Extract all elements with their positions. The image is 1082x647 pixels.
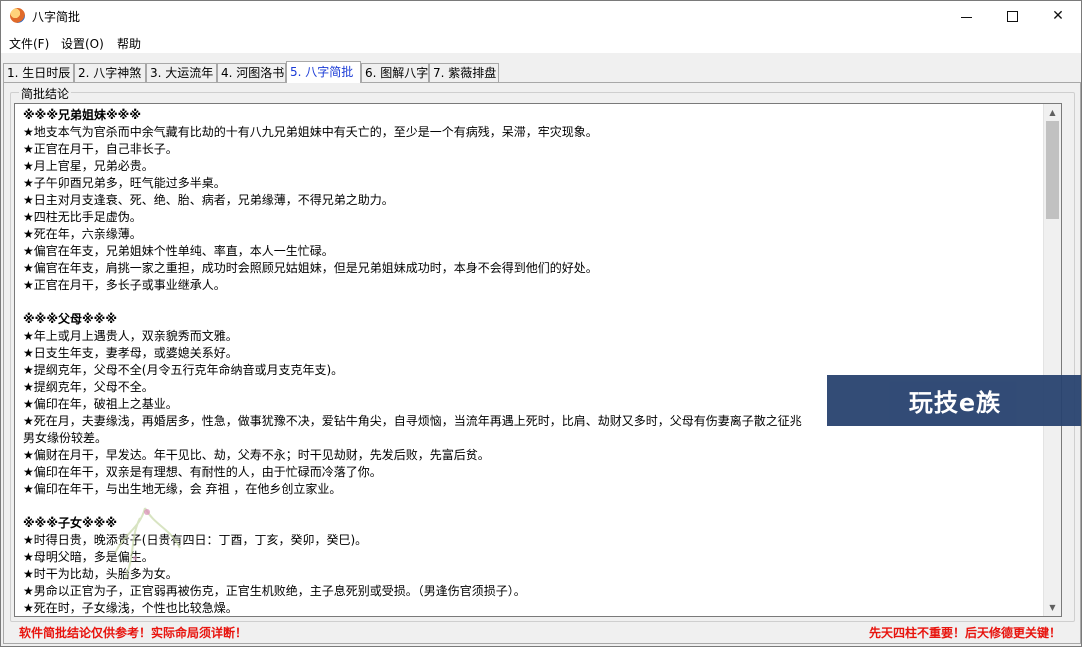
- watermark-banner: 玩技e族: [827, 375, 1081, 426]
- window-title: 八字简批: [32, 10, 81, 24]
- conclusion-textarea[interactable]: ※※※兄弟姐妹※※※ ★地支本气为官杀而中余气藏有比劫的十有八九兄弟姐妹中有夭亡的…: [14, 103, 1062, 617]
- text-line: ★子午卯酉兄弟多，旺气能过多半桌。: [23, 176, 226, 190]
- scroll-down-icon[interactable]: ▼: [1044, 599, 1061, 616]
- text-line: ★月上官星，兄弟必贵。: [23, 159, 154, 173]
- tab-dayun-liunian[interactable]: 3. 大运流年: [146, 63, 217, 82]
- maximize-icon: [1006, 10, 1018, 22]
- minimize-button[interactable]: [943, 1, 989, 31]
- vertical-scrollbar[interactable]: ▲ ▼: [1043, 104, 1061, 616]
- text-line: ★四柱无比手足虚伪。: [23, 210, 142, 224]
- maximize-button[interactable]: [989, 1, 1035, 31]
- section-heading: ※※※子女※※※: [23, 516, 117, 530]
- group-label: 简批结论: [19, 85, 72, 102]
- status-disclaimer-left: 软件简批结论仅供参考！实际命局须详断！: [19, 626, 248, 640]
- text-line: ★死在时，子女缘浅，个性也比较急燥。: [23, 601, 238, 615]
- menu-bar: 文件(F) 设置(O) 帮助: [1, 31, 1081, 53]
- tab-panel: 简批结论 ※※※兄弟姐妹※※※ ★地支本气为官杀而中余气藏有比劫的十有八九兄弟姐妹…: [3, 82, 1081, 644]
- text-line: ★日支生年支，妻孝母，或婆媳关系好。: [23, 346, 238, 360]
- text-lines: ※※※兄弟姐妹※※※ ★地支本气为官杀而中余气藏有比劫的十有八九兄弟姐妹中有夭亡的…: [23, 107, 1045, 616]
- tab-tujie-bazi[interactable]: 6. 图解八字: [361, 63, 429, 82]
- text-line: ★年上或月上遇贵人，双亲貌秀而文雅。: [23, 329, 238, 343]
- text-line: ★死在年，六亲缘薄。: [23, 227, 142, 241]
- scroll-thumb[interactable]: [1046, 121, 1059, 219]
- close-icon: ✕: [1052, 8, 1064, 24]
- minimize-icon: [960, 16, 972, 18]
- section-heading: ※※※兄弟姐妹※※※: [23, 108, 141, 122]
- text-line: ★偏印在年干，双亲是有理想、有耐性的人，由于忙碌而冷落了你。: [23, 465, 382, 479]
- scroll-up-icon[interactable]: ▲: [1044, 104, 1061, 121]
- section-heading: ※※※父母※※※: [23, 312, 117, 326]
- tab-bazi-shensha[interactable]: 2. 八字神煞: [74, 63, 146, 82]
- text-line: [23, 498, 1045, 515]
- text-line: ★正官在月干，多长子或事业继承人。: [23, 278, 226, 292]
- text-line: ★母明父暗，多是偏生。: [23, 550, 154, 564]
- main-window: 八字简批 ✕ 文件(F) 设置(O) 帮助 1. 生日时辰 2. 八字神煞 3.…: [0, 0, 1082, 647]
- watermark-text: 玩技e族: [908, 389, 1002, 417]
- title-bar: 八字简批 ✕: [1, 1, 1081, 31]
- app-icon: [10, 8, 25, 23]
- text-line: ★偏印在年干，与出生地无缘，会 弃祖 ，在他乡创立家业。: [23, 482, 342, 496]
- text-line: [23, 294, 1045, 311]
- text-line: ★男命以正官为子，正官弱再被伤克，正官生机败绝，主子息死别或受损。（男逢伤官须损…: [23, 584, 526, 598]
- text-line: ★偏官在年支，肩挑一家之重担，成功时会照顾兄姑姐妹，但是兄弟姐妹成功时，本身不会…: [23, 261, 598, 275]
- menu-settings[interactable]: 设置(O): [61, 35, 104, 52]
- tab-ziwei-paipan[interactable]: 7. 紫薇排盘: [429, 63, 499, 82]
- close-button[interactable]: ✕: [1035, 1, 1081, 31]
- tab-bazi-jianpi[interactable]: 5. 八字简批: [286, 61, 361, 83]
- menu-file[interactable]: 文件(F): [9, 35, 49, 52]
- text-line: ★时得日贵，晚添贵子(日贵有四日：丁酉，丁亥，癸卯，癸巳)。: [23, 533, 368, 547]
- tab-hetu-luoshu[interactable]: 4. 河图洛书: [217, 63, 286, 82]
- text-line: ★地支本气为官杀而中余气藏有比劫的十有八九兄弟姐妹中有夭亡的，至少是一个有病残，…: [23, 125, 598, 139]
- status-disclaimer-right: 先天四柱不重要！后天修德更关键！: [868, 626, 1061, 640]
- text-line: ★时干为比劫，头胎多为女。: [23, 567, 178, 581]
- tab-birth-time[interactable]: 1. 生日时辰: [3, 63, 74, 82]
- text-line: ★偏官在年支，兄弟姐妹个性单纯、率直，本人一生忙碌。: [23, 244, 334, 258]
- text-line: ★日主对月支逢衰、死、绝、胎、病者，兄弟缘薄，不得兄弟之助力。: [23, 193, 394, 207]
- text-line: ★偏财在月干，早发达。年干见比、劫，父寿不永；时干见劫财，先发后败，先富后贫。: [23, 448, 490, 462]
- text-line: ★正官在月干，自己非长子。: [23, 142, 178, 156]
- text-line: 男女缘份较差。: [23, 431, 108, 445]
- menu-help[interactable]: 帮助: [117, 35, 141, 52]
